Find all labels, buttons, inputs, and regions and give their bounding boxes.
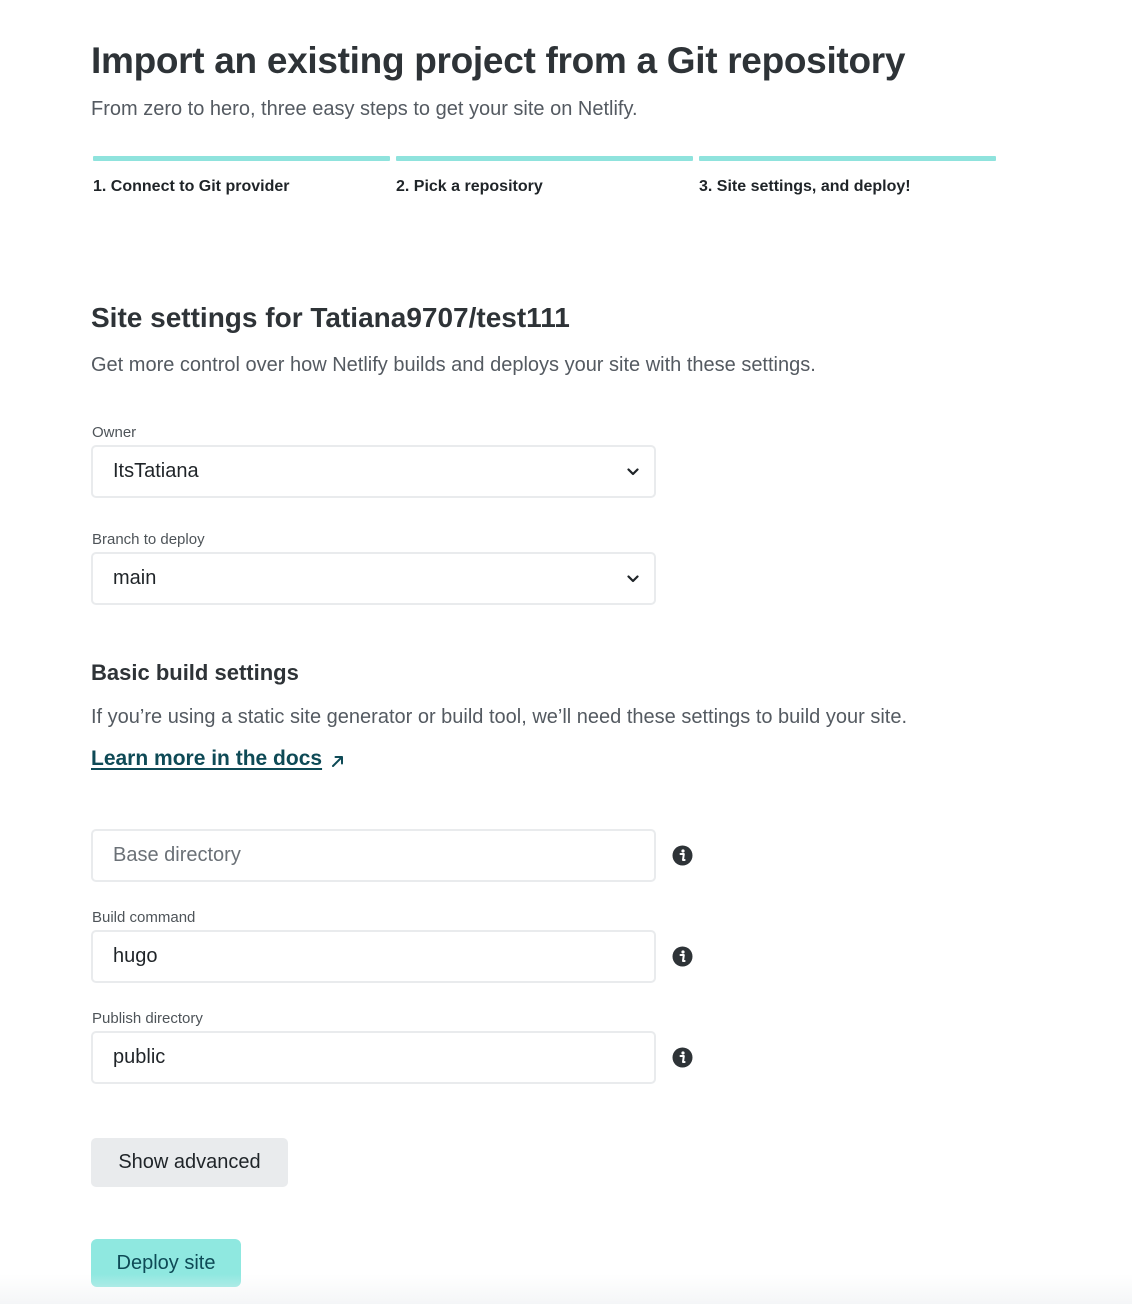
- step-connect-git: 1. Connect to Git provider: [93, 156, 390, 196]
- base-directory-placeholder: Base directory: [113, 844, 241, 866]
- chevron-down-icon: [626, 572, 640, 586]
- owner-select[interactable]: ItsTatiana: [91, 445, 656, 498]
- owner-select-value: ItsTatiana: [113, 460, 199, 482]
- publish-directory-input[interactable]: public: [91, 1031, 656, 1084]
- build-command-value: hugo: [113, 945, 158, 967]
- chevron-down-icon: [626, 465, 640, 479]
- build-settings-heading: Basic build settings: [91, 660, 299, 685]
- branch-select[interactable]: main: [91, 552, 656, 605]
- step-label: 2. Pick a repository: [396, 178, 543, 195]
- page-title: Import an existing project from a Git re…: [91, 40, 906, 81]
- step-label: 1. Connect to Git provider: [93, 178, 290, 195]
- show-advanced-button[interactable]: Show advanced: [91, 1138, 288, 1187]
- base-directory-input[interactable]: Base directory: [91, 829, 656, 882]
- owner-label: Owner: [92, 424, 137, 441]
- step-pick-repository: 2. Pick a repository: [396, 156, 693, 196]
- external-arrow-icon: [330, 751, 346, 767]
- step-progress-bar: [699, 156, 996, 161]
- stepper: 1. Connect to Git provider 2. Pick a rep…: [93, 156, 996, 196]
- build-command-input[interactable]: hugo: [91, 930, 656, 983]
- site-settings-heading: Site settings for Tatiana9707/test111: [91, 302, 570, 333]
- branch-select-value: main: [113, 567, 157, 589]
- learn-more-docs-link[interactable]: Learn more in the docs: [91, 747, 346, 771]
- info-icon[interactable]: [672, 1047, 693, 1068]
- step-label: 3. Site settings, and deploy!: [699, 178, 911, 195]
- build-settings-description: If you’re using a static site generator …: [91, 706, 908, 728]
- import-project-page: Import an existing project from a Git re…: [0, 0, 1132, 1304]
- page-subtitle: From zero to hero, three easy steps to g…: [91, 98, 638, 120]
- step-progress-bar: [93, 156, 390, 161]
- publish-directory-value: public: [113, 1046, 166, 1068]
- site-settings-description: Get more control over how Netlify builds…: [91, 354, 816, 376]
- build-command-label: Build command: [92, 909, 196, 926]
- step-progress-bar: [396, 156, 693, 161]
- info-icon[interactable]: [672, 946, 693, 967]
- step-site-settings: 3. Site settings, and deploy!: [699, 156, 996, 196]
- publish-directory-label: Publish directory: [92, 1010, 203, 1027]
- docs-link-label: Learn more in the docs: [91, 747, 323, 770]
- info-icon[interactable]: [672, 845, 693, 866]
- branch-label: Branch to deploy: [92, 531, 205, 548]
- deploy-site-button[interactable]: Deploy site: [91, 1239, 241, 1287]
